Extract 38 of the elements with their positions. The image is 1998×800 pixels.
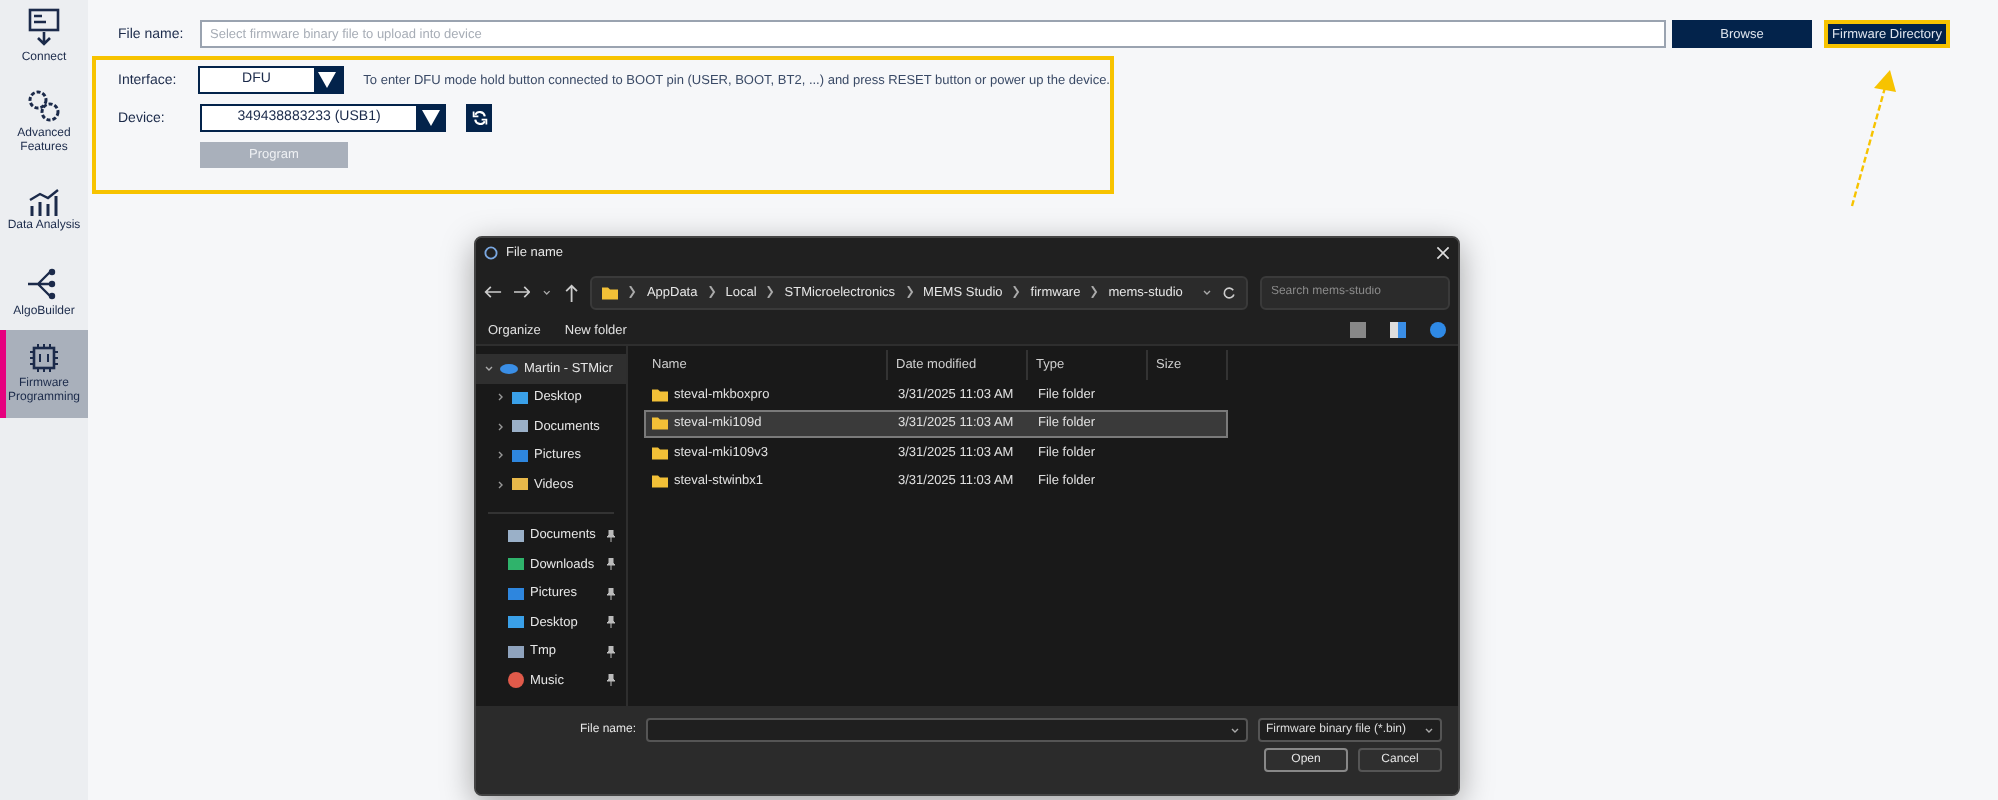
chevron-right-icon[interactable] — [496, 479, 506, 490]
chevron-down-icon — [1230, 725, 1240, 735]
pin-icon[interactable] — [606, 529, 616, 542]
help-icon[interactable] — [1430, 322, 1446, 338]
app-logo-icon — [484, 246, 498, 260]
chart-icon — [28, 188, 60, 216]
pin-icon[interactable] — [606, 587, 616, 600]
chevron-right-icon[interactable] — [496, 450, 506, 461]
chevron-right-icon — [1090, 286, 1099, 298]
chevron-right-icon — [707, 286, 716, 298]
dropdown-arrow-icon — [318, 72, 337, 88]
refresh-button[interactable] — [466, 104, 492, 132]
file-name-field[interactable] — [646, 718, 1248, 742]
board-connect-icon — [28, 8, 60, 48]
pin-icon[interactable] — [606, 645, 616, 658]
chevron-right-icon — [628, 286, 637, 298]
chevron-right-icon — [766, 286, 775, 298]
chevron-down-icon — [484, 363, 494, 374]
chevron-down-icon — [1202, 287, 1213, 297]
chevron-down-icon — [1424, 725, 1434, 735]
chevron-right-icon[interactable] — [496, 421, 506, 432]
chevron-right-icon — [905, 286, 914, 298]
pin-icon[interactable] — [606, 558, 616, 571]
close-icon[interactable] — [1436, 246, 1450, 260]
dropdown-arrow-icon — [421, 110, 439, 126]
chevron-down-icon — [542, 287, 552, 297]
chevron-right-icon[interactable] — [496, 392, 506, 403]
chip-icon — [28, 342, 60, 374]
forward-arrow-icon[interactable] — [513, 284, 531, 300]
up-arrow-icon[interactable] — [563, 283, 579, 301]
pin-icon[interactable] — [606, 616, 616, 629]
refresh-icon — [471, 110, 487, 126]
back-arrow-icon[interactable] — [484, 284, 502, 300]
gears-icon — [26, 87, 62, 123]
chevron-right-icon — [1012, 286, 1021, 298]
pin-icon[interactable] — [606, 674, 616, 687]
cloud-icon — [500, 362, 518, 375]
refresh-icon[interactable] — [1222, 285, 1237, 299]
